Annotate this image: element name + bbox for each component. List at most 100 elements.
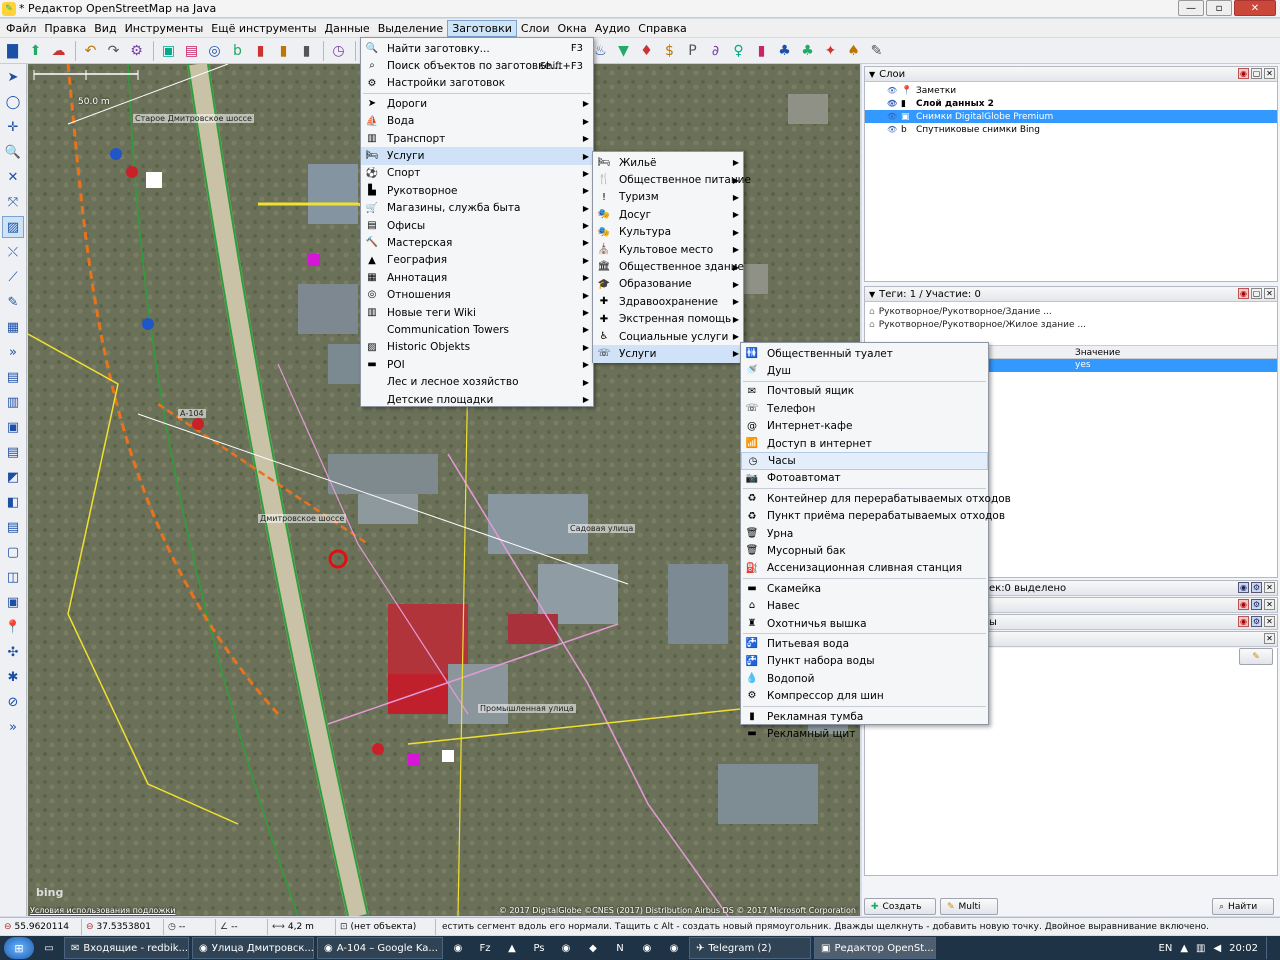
close-button[interactable]: ✕ (1234, 0, 1276, 16)
preset-item[interactable]: Детские площадки ▶ (361, 391, 593, 408)
grass-icon[interactable]: ✦ (820, 40, 841, 62)
layer-toggle-5-icon[interactable]: ◩ (2, 466, 24, 488)
menu-4[interactable]: Ещё инструменты (207, 20, 320, 37)
menu-1[interactable]: Правка (40, 20, 90, 37)
tag-value[interactable]: yes (1075, 360, 1091, 370)
layer-row[interactable]: 👁 ▣ Снимки DigitalGlobe Premium (865, 110, 1277, 123)
layers-panel-header[interactable]: ▼ Слои ◉ ▢ ✕ (865, 67, 1277, 82)
preset-item[interactable]: ⌕ Поиск объектов по заготовке... Shift+F3 (361, 57, 593, 74)
more-tools-icon[interactable]: » (2, 341, 24, 363)
validator-icon[interactable]: ✱ (2, 666, 24, 688)
menu-8[interactable]: Слои (517, 20, 554, 37)
quick-launch-icon[interactable]: ◉ (554, 937, 578, 959)
clock[interactable]: 20:02 (1229, 943, 1258, 954)
settings-icon[interactable]: ⚙ (1251, 599, 1262, 610)
preset-item[interactable]: ▨ Historic Objekts ▶ (361, 339, 593, 356)
layer-row[interactable]: 👁 📍 Заметки (865, 84, 1277, 97)
preset-item[interactable]: 🔍 Найти заготовку... F3 (361, 40, 593, 57)
utility-item[interactable]: 📷 Фотоавтомат (741, 470, 988, 487)
layer-toggle-1-icon[interactable]: ▤ (2, 366, 24, 388)
bag-icon[interactable]: ▮ (751, 40, 772, 62)
layer-toggle-6-icon[interactable]: ◧ (2, 491, 24, 513)
minimize-panel-icon[interactable]: ▢ (1251, 288, 1262, 299)
quick-launch-icon[interactable]: ▲ (500, 937, 524, 959)
menu-0[interactable]: Файл (2, 20, 40, 37)
service-item[interactable]: 🎭 Культура ▶ (593, 224, 743, 241)
utility-item[interactable]: @ Интернет-кафе (741, 418, 988, 435)
preset-item[interactable]: 🛏 Услуги ▶ (361, 147, 593, 165)
service-item[interactable]: ♿ Социальные услуги ▶ (593, 328, 743, 345)
utility-item[interactable]: ♻ Контейнер для перерабатываемых отходов (741, 490, 1011, 507)
park-icon[interactable]: ♠ (843, 40, 864, 62)
no-entry-icon[interactable]: ⊘ (2, 691, 24, 713)
taskbar-task[interactable]: ◉ A-104 – Google Ka... (317, 937, 443, 959)
menu-5[interactable]: Данные (321, 20, 374, 37)
layer-toggle-10-icon[interactable]: ▣ (2, 591, 24, 613)
quick-launch-icon[interactable]: N (608, 937, 632, 959)
preset-item[interactable]: Лес и лесное хозяйство ▶ (361, 373, 593, 390)
paperclip-icon[interactable]: ∂ (705, 40, 726, 62)
close-panel-icon[interactable]: ✕ (1264, 288, 1275, 299)
preset-item[interactable]: ⛵ Вода ▶ (361, 113, 593, 130)
preset-item[interactable]: ▦ Аннотация ▶ (361, 269, 593, 286)
service-item[interactable]: ✚ Экстренная помощь ▶ (593, 311, 743, 328)
language-indicator[interactable]: EN (1159, 943, 1173, 954)
utility-item[interactable]: ▬ Рекламный щит (741, 725, 988, 742)
utility-item[interactable]: ✉ Почтовый ящик (741, 383, 988, 400)
preset-item[interactable]: ⚽ Спорт ▶ (361, 165, 593, 182)
volume-icon[interactable]: ◀ (1213, 943, 1221, 954)
utility-item[interactable]: 🚰 Питьевая вода (741, 635, 988, 652)
settings-icon[interactable]: ⚙ (1251, 616, 1262, 627)
service-item[interactable]: 🎭 Досуг ▶ (593, 206, 743, 223)
notes-icon[interactable]: 📍 (2, 616, 24, 638)
collapse-icon[interactable]: ▼ (869, 290, 875, 299)
expand-icon[interactable]: » (2, 716, 24, 738)
service-item[interactable]: ! Туризм ▶ (593, 189, 743, 206)
visibility-eye-icon[interactable]: 👁 (887, 125, 901, 134)
create-button[interactable]: ✚ Создать (864, 898, 936, 915)
close-panel-icon[interactable]: ✕ (1264, 68, 1275, 79)
pencil-tool-icon[interactable]: ✎ (2, 291, 24, 313)
menu-9[interactable]: Окна (554, 20, 591, 37)
tree-icon[interactable]: ♣ (774, 40, 795, 62)
utility-item[interactable]: 🚻 Общественный туалет (741, 345, 988, 362)
utility-item[interactable]: ▬ Скамейка (741, 580, 988, 597)
utility-item[interactable]: 🚰 Пункт набора воды (741, 653, 988, 670)
preset-item[interactable]: ▥ Новые теги Wiki ▶ (361, 304, 593, 321)
undo-icon[interactable]: ↶ (80, 40, 101, 62)
membership-row[interactable]: ⌂ Рукотворное/Рукотворное/Здание ... (865, 305, 1277, 318)
imagery-terms-link[interactable]: Условия использования подложки (30, 906, 176, 915)
detach-icon[interactable]: ◉ (1238, 599, 1249, 610)
quick-launch-icon[interactable]: Fz (473, 937, 497, 959)
dollar-icon[interactable]: $ (659, 40, 680, 62)
redo-icon[interactable]: ↷ (103, 40, 124, 62)
zoom-out-icon[interactable]: ▣ (158, 40, 179, 62)
utility-item[interactable]: ▮ Рекламная тумба (741, 708, 988, 725)
parallel-tool-icon[interactable]: ▨ (2, 216, 24, 238)
start-button[interactable]: ⊞ (4, 937, 34, 959)
menu-7[interactable]: Заготовки (447, 19, 517, 37)
preset-4-icon[interactable]: ▮ (296, 40, 317, 62)
close-panel-icon[interactable]: ✕ (1264, 599, 1275, 610)
preset-icon[interactable]: ✣ (2, 641, 24, 663)
minimize-panel-icon[interactable]: ▢ (1251, 68, 1262, 79)
taskbar-task[interactable]: ◉ Улица Дмитровск... (192, 937, 314, 959)
utility-item[interactable]: ⌂ Навес (741, 597, 988, 614)
preset-item[interactable]: 🛒 Магазины, служба быта ▶ (361, 200, 593, 217)
detach-icon[interactable]: ◉ (1238, 68, 1249, 79)
preset-item[interactable]: ◎ Отношения ▶ (361, 286, 593, 303)
split-tool-icon[interactable]: ⤬ (2, 241, 24, 263)
menu-3[interactable]: Инструменты (121, 20, 208, 37)
service-item[interactable]: 🎓 Образование ▶ (593, 276, 743, 293)
shop-icon[interactable]: ▼ (613, 40, 634, 62)
utility-item[interactable]: 🗑 Урна (741, 525, 988, 542)
layer-toggle-2-icon[interactable]: ▥ (2, 391, 24, 413)
quick-launch-icon[interactable]: ◉ (635, 937, 659, 959)
utility-item[interactable]: ♻ Пункт приёма перерабатываемых отходов (741, 508, 1006, 525)
taskbar-task[interactable]: ✈ Telegram (2) (689, 937, 811, 959)
edit-button[interactable]: ✎ (1239, 648, 1273, 665)
utility-item[interactable]: 📶 Доступ в интернет (741, 435, 988, 452)
restore-button[interactable]: ▫ (1206, 0, 1232, 16)
building-tool-icon[interactable]: ▦ (2, 316, 24, 338)
close-panel-icon[interactable]: ✕ (1264, 582, 1275, 593)
